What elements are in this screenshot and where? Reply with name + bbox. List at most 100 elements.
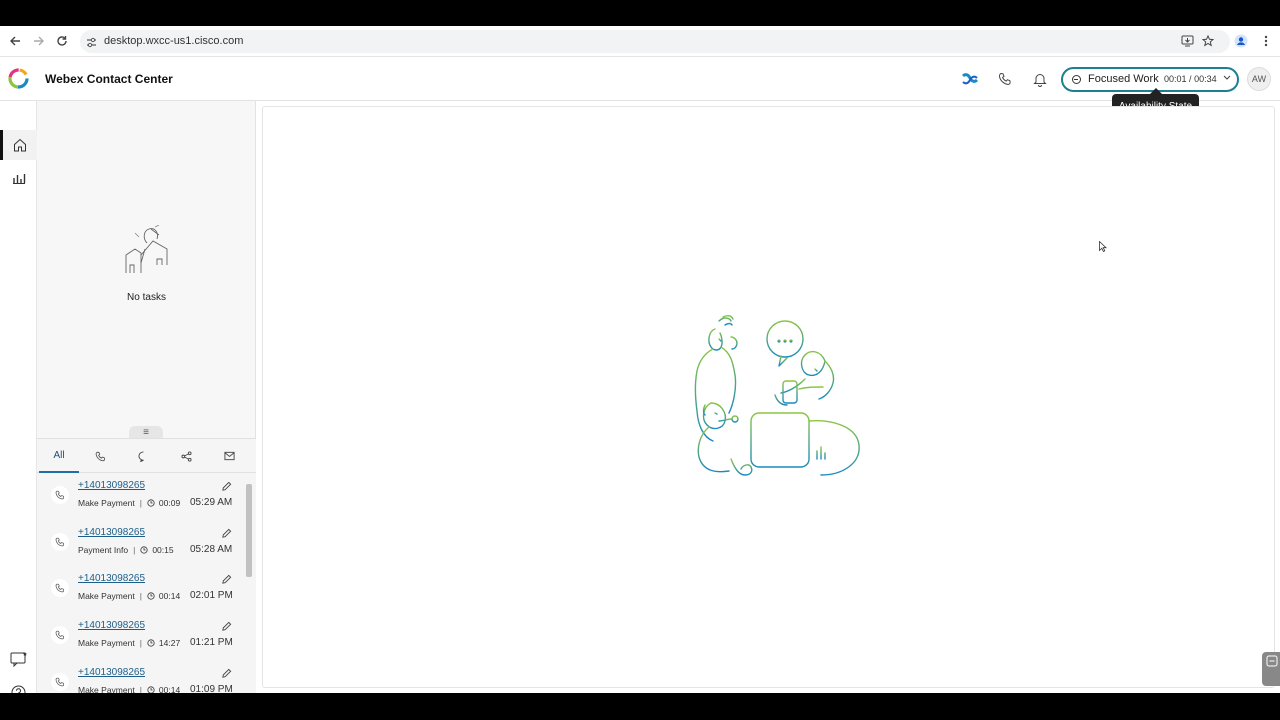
tab-email[interactable] — [209, 439, 249, 473]
call-time: 05:28 AM — [190, 543, 233, 555]
interaction-history: All +14013098265 Make Payment | 00:09 05… — [37, 438, 256, 693]
home-nav-button[interactable] — [0, 130, 37, 160]
wrapup-reason: Make Payment — [78, 591, 135, 602]
chat-icon — [138, 450, 144, 462]
navigation-rail — [0, 101, 37, 693]
call-icon — [51, 672, 69, 691]
edit-icon[interactable] — [221, 526, 233, 538]
bookmark-star-icon[interactable] — [1200, 33, 1216, 49]
webex-logo-icon — [8, 68, 29, 89]
tab-calls[interactable] — [80, 439, 120, 473]
history-row[interactable]: +14013098265 Payment Info | 00:15 05:28 AM — [37, 523, 248, 570]
clock-icon — [147, 499, 155, 507]
edit-icon[interactable] — [221, 572, 233, 585]
call-icon — [51, 579, 69, 598]
tab-social[interactable] — [166, 439, 206, 473]
app-header: Webex Contact Center Focused Work 00:01 … — [0, 57, 1280, 101]
call-icon — [51, 532, 69, 551]
tab-all[interactable]: All — [39, 439, 79, 473]
task-list-panel: No tasks ≡ All +14013098265 Make Payment… — [37, 101, 256, 693]
state-timer: 00:01 / 00:34 — [1164, 74, 1217, 84]
clock-icon — [147, 592, 155, 600]
forward-icon[interactable] — [31, 33, 47, 49]
profile-icon[interactable] — [1233, 33, 1249, 49]
caller-number-link[interactable]: +14013098265 — [78, 527, 145, 538]
phone-icon — [95, 451, 105, 461]
timer-separator: / — [1189, 74, 1192, 84]
bar-chart-icon — [12, 174, 25, 184]
edit-icon[interactable] — [221, 479, 233, 491]
call-icon — [51, 486, 69, 504]
call-duration: 14:27 — [158, 638, 181, 649]
separator: | — [139, 591, 142, 602]
call-time: 01:21 PM — [190, 637, 233, 649]
widget-icon — [1266, 655, 1278, 667]
home-icon — [14, 138, 26, 152]
chevron-down-icon — [1223, 73, 1231, 83]
wrapup-reason: Make Payment — [78, 638, 135, 649]
separator: | — [139, 684, 142, 693]
call-duration: 00:14 — [158, 684, 181, 693]
avatar[interactable]: AW — [1247, 67, 1271, 91]
browser-menu-icon[interactable] — [1258, 33, 1274, 49]
clock-icon — [147, 639, 155, 647]
help-nav-button[interactable] — [0, 680, 37, 693]
caller-number-link[interactable]: +14013098265 — [78, 667, 145, 678]
history-row[interactable]: +14013098265 Make Payment | 00:14 01:09 PM — [37, 663, 248, 693]
clock-icon — [140, 546, 148, 554]
no-tasks-label: No tasks — [127, 292, 166, 303]
call-time: 02:01 PM — [190, 590, 233, 602]
webex-app-icon[interactable] — [961, 70, 979, 88]
scrollbar-thumb[interactable] — [246, 484, 252, 577]
history-row[interactable]: +14013098265 Make Payment | 00:14 02:01 PM — [37, 569, 248, 616]
reload-icon[interactable] — [54, 33, 70, 49]
wrapup-reason: Make Payment — [78, 498, 135, 508]
app-title: Webex Contact Center — [45, 72, 173, 86]
side-widget-tab[interactable] — [1262, 652, 1280, 686]
caller-number-link[interactable]: +14013098265 — [78, 620, 145, 631]
caller-number-link[interactable]: +14013098265 — [78, 573, 145, 584]
row-details: Make Payment | 00:14 — [78, 591, 180, 601]
row-details: Payment Info | 00:15 — [78, 545, 174, 555]
analytics-nav-button[interactable] — [0, 163, 37, 193]
separator: | — [133, 544, 136, 555]
install-app-icon[interactable] — [1179, 33, 1195, 49]
separator: | — [139, 498, 142, 508]
row-details: Make Payment | 00:09 — [78, 498, 180, 508]
bell-icon[interactable] — [1031, 70, 1049, 88]
state-label: Focused Work — [1088, 73, 1159, 85]
address-bar[interactable] — [80, 30, 1230, 53]
tab-chat[interactable] — [123, 439, 163, 473]
url-text[interactable]: desktop.wxcc-us1.cisco.com — [104, 35, 243, 47]
row-details: Make Payment | 14:27 — [78, 638, 180, 648]
wrapup-reason: Payment Info — [78, 544, 129, 555]
history-list: +14013098265 Make Payment | 00:09 05:29 AM… — [37, 476, 248, 693]
edit-icon[interactable] — [221, 666, 233, 678]
state-timer-current: 00:01 — [1164, 74, 1187, 84]
caller-number-link[interactable]: +14013098265 — [78, 480, 145, 491]
call-duration: 00:15 — [152, 544, 174, 555]
history-scrollbar[interactable] — [245, 476, 253, 693]
help-icon — [11, 685, 26, 693]
state-timer-total: 00:34 — [1194, 74, 1217, 84]
screen-top-edge — [0, 0, 1280, 26]
feedback-nav-button[interactable] — [0, 647, 37, 671]
row-details: Make Payment | 00:14 — [78, 685, 180, 693]
call-time: 05:29 AM — [190, 497, 233, 508]
focused-work-status-icon — [1072, 75, 1081, 84]
call-duration: 00:14 — [158, 591, 181, 602]
share-icon — [180, 450, 192, 462]
history-row[interactable]: +14013098265 Make Payment | 00:09 05:29 AM — [37, 476, 248, 523]
edit-icon[interactable] — [221, 619, 233, 631]
screen-bottom-edge — [0, 693, 1280, 720]
site-settings-icon[interactable] — [86, 35, 97, 53]
panel-resize-handle[interactable]: ≡ — [129, 426, 163, 438]
wrapup-reason: Make Payment — [78, 684, 135, 693]
call-icon — [51, 626, 69, 645]
history-tabs: All — [37, 439, 256, 473]
no-tasks-illustration — [121, 224, 173, 280]
browser-window: desktop.wxcc-us1.cisco.com Webex Contact… — [0, 26, 1280, 693]
history-row[interactable]: +14013098265 Make Payment | 14:27 01:21 PM — [37, 616, 248, 663]
back-icon[interactable] — [7, 33, 23, 49]
phone-icon[interactable] — [996, 70, 1014, 88]
